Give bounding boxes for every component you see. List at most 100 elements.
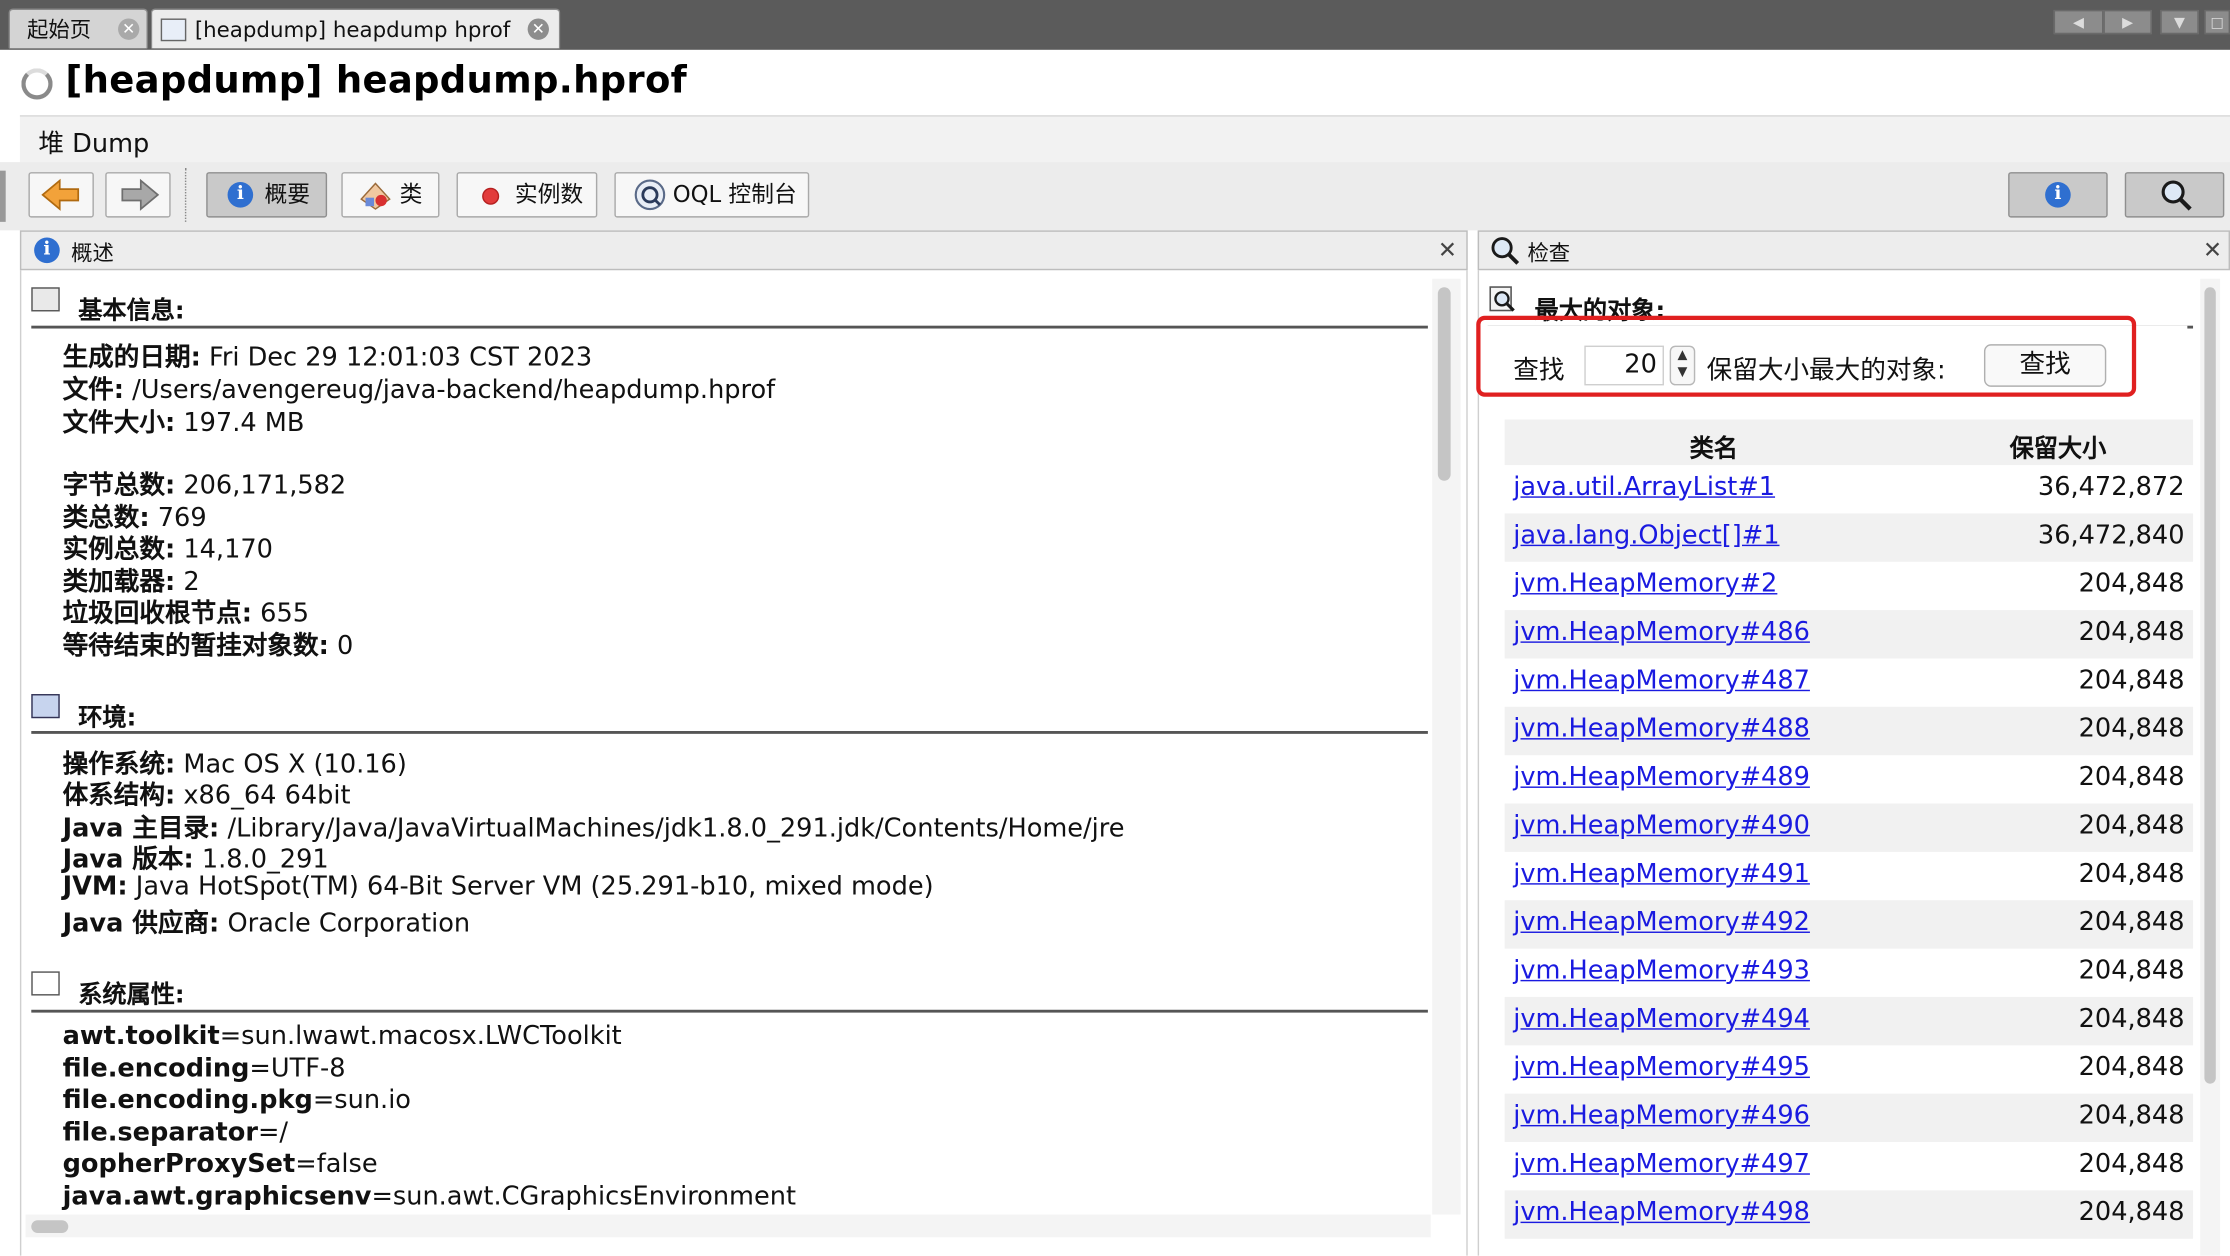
property-row: gopherProxySet=false — [62, 1149, 378, 1180]
property-row: file.encoding=UTF-8 — [62, 1053, 346, 1084]
table-row: jvm.HeapMemory#496 204,848 — [1504, 1093, 2194, 1143]
property-row: awt.toolkit=sun.lwawt.macosx.LWCToolkit — [62, 1021, 622, 1052]
table-row: jvm.HeapMemory#486 204,848 — [1504, 610, 2194, 659]
object-link[interactable]: jvm.HeapMemory#495 — [1513, 1052, 1810, 1082]
retained-size-value: 204,848 — [2078, 1197, 2185, 1228]
info-row: 文件大小: 197.4 MB — [62, 408, 305, 439]
info-row: 等待结束的暂挂对象数: 0 — [62, 631, 354, 662]
tab-oql-console-button[interactable]: OQL 控制台 — [614, 172, 810, 218]
retained-size-value: 204,848 — [2078, 810, 2185, 841]
heap-dump-header — [19, 115, 2230, 165]
env-row: JVM: Java HotSpot(TM) 64-Bit Server VM (… — [62, 871, 934, 902]
heapdump-window: 起始页 ✕ [heapdump] heapdump hprof ✕ ◀ ▶ ▼ … — [0, 0, 2230, 1256]
object-link[interactable]: jvm.HeapMemory#487 — [1513, 666, 1810, 696]
column-header-class-name[interactable]: 类名 — [1505, 428, 1923, 463]
retained-size-label: 保留大小最大的对象: — [1706, 355, 1946, 386]
table-row: java.util.ArrayList#1 36,472,872 — [1505, 465, 2193, 513]
tab-classes-button[interactable]: 类 — [341, 172, 440, 218]
scroll-tabs-right-button[interactable]: ▶ — [2103, 9, 2152, 35]
object-link[interactable]: jvm.HeapMemory#498 — [1513, 1197, 1810, 1227]
inspect-panel-header — [1477, 230, 2230, 271]
close-icon[interactable]: ✕ — [118, 18, 140, 40]
horizontal-scrollbar[interactable] — [25, 1214, 1431, 1238]
retained-size-value: 204,848 — [2078, 568, 2185, 599]
object-link[interactable]: jvm.HeapMemory#492 — [1513, 907, 1810, 937]
tab-heapdump[interactable]: [heapdump] heapdump hprof ✕ — [150, 8, 561, 49]
properties-icon — [31, 971, 60, 996]
inspect-toggle-button[interactable] — [2124, 172, 2225, 218]
forward-button[interactable] — [105, 172, 171, 218]
property-row: file.separator=/ — [62, 1117, 289, 1148]
table-row: jvm.HeapMemory#497 204,848 — [1505, 1142, 2193, 1190]
tab-instances-button[interactable]: 实例数 — [456, 172, 598, 218]
object-link[interactable]: jvm.HeapMemory#486 — [1513, 617, 1810, 647]
find-button[interactable]: 查找 — [1983, 344, 2107, 387]
tab-list-dropdown[interactable]: ▼ — [2160, 9, 2199, 35]
oql-icon — [634, 179, 666, 211]
retained-size-value: 204,848 — [2078, 762, 2185, 793]
monitor-icon — [31, 694, 60, 719]
basic-info-title: 基本信息: — [78, 297, 185, 326]
vertical-scrollbar-thumb[interactable] — [2204, 287, 2216, 1084]
instances-label: 实例数 — [514, 180, 584, 208]
object-link[interactable]: jvm.HeapMemory#490 — [1513, 811, 1810, 841]
object-link[interactable]: jvm.HeapMemory#493 — [1513, 956, 1810, 986]
info-row: 生成的日期: Fri Dec 29 12:01:03 CST 2023 — [62, 342, 593, 373]
close-icon[interactable]: ✕ — [527, 18, 549, 40]
table-row: java.lang.Object[]#1 36,472,840 — [1504, 513, 2194, 562]
toolbar-separator — [184, 167, 187, 222]
info-toggle-button[interactable]: i — [2008, 172, 2108, 218]
retained-size-value: 204,848 — [2078, 617, 2185, 648]
table-row: jvm.HeapMemory#488 204,848 — [1504, 706, 2194, 756]
table-row: jvm.HeapMemory#490 204,848 — [1504, 803, 2194, 852]
classes-label: 类 — [399, 180, 423, 208]
retained-size-value: 204,848 — [2078, 907, 2185, 938]
object-link[interactable]: jvm.HeapMemory#491 — [1513, 859, 1810, 889]
table-row: jvm.HeapMemory#494 204,848 — [1504, 996, 2194, 1046]
retained-size-value: 36,472,872 — [2037, 472, 2185, 503]
heap-dump-label: 堆 Dump — [38, 129, 150, 160]
close-panel-button[interactable]: ✕ — [1438, 236, 1457, 263]
info-row: 垃圾回收根节点: 655 — [62, 598, 310, 629]
back-button[interactable] — [28, 172, 94, 218]
vertical-scrollbar-thumb[interactable] — [1437, 287, 1451, 481]
object-link[interactable]: jvm.HeapMemory#497 — [1513, 1149, 1810, 1179]
section-divider — [31, 325, 1428, 329]
toolbar-grip — [0, 170, 6, 222]
horizontal-scrollbar-thumb[interactable] — [31, 1220, 69, 1234]
env-row: Java 版本: 1.8.0_291 — [62, 844, 329, 875]
table-row: jvm.HeapMemory#491 204,848 — [1505, 852, 2193, 900]
object-link[interactable]: jvm.HeapMemory#489 — [1513, 762, 1810, 792]
info-icon: i — [34, 237, 60, 264]
find-label: 查找 — [1513, 355, 1565, 386]
object-link[interactable]: jvm.HeapMemory#2 — [1513, 569, 1777, 599]
maximize-window-button[interactable]: □ — [2204, 9, 2230, 35]
property-row: file.encoding.pkg=sun.io — [62, 1085, 411, 1116]
loading-spinner-icon — [21, 68, 53, 100]
tab-label: [heapdump] heapdump hprof — [194, 17, 511, 43]
object-link[interactable]: jvm.HeapMemory#494 — [1513, 1004, 1810, 1034]
close-panel-button[interactable]: ✕ — [2203, 236, 2222, 263]
table-row: jvm.HeapMemory#2 204,848 — [1505, 562, 2193, 610]
scroll-tabs-left-button[interactable]: ◀ — [2053, 9, 2104, 35]
retained-size-value: 204,848 — [2078, 713, 2185, 744]
column-header-retained-size[interactable]: 保留大小 — [1923, 428, 2193, 463]
info-icon: i — [227, 182, 254, 208]
section-divider — [31, 1009, 1428, 1013]
magnifier-icon — [2161, 180, 2192, 211]
system-properties-title: 系统属性: — [78, 981, 185, 1010]
table-row: jvm.HeapMemory#492 204,848 — [1504, 900, 2194, 949]
section-divider — [31, 731, 1428, 734]
tab-summary-button[interactable]: i 概要 — [206, 172, 328, 218]
object-link[interactable]: java.lang.Object[]#1 — [1513, 521, 1779, 551]
tab-start-page[interactable]: 起始页 ✕ — [8, 8, 148, 49]
object-link[interactable]: jvm.HeapMemory#488 — [1513, 714, 1810, 744]
object-link[interactable]: jvm.HeapMemory#496 — [1513, 1101, 1810, 1131]
object-link[interactable]: java.util.ArrayList#1 — [1513, 472, 1775, 502]
retained-size-value: 204,848 — [2078, 665, 2185, 696]
magnifier-icon — [1491, 237, 1520, 265]
count-input[interactable]: 20 — [1584, 345, 1664, 386]
inspect-panel-title: 检查 — [1527, 240, 1571, 266]
count-stepper[interactable]: ▲ ▼ — [1669, 345, 1696, 386]
environment-title: 环境: — [78, 703, 137, 733]
